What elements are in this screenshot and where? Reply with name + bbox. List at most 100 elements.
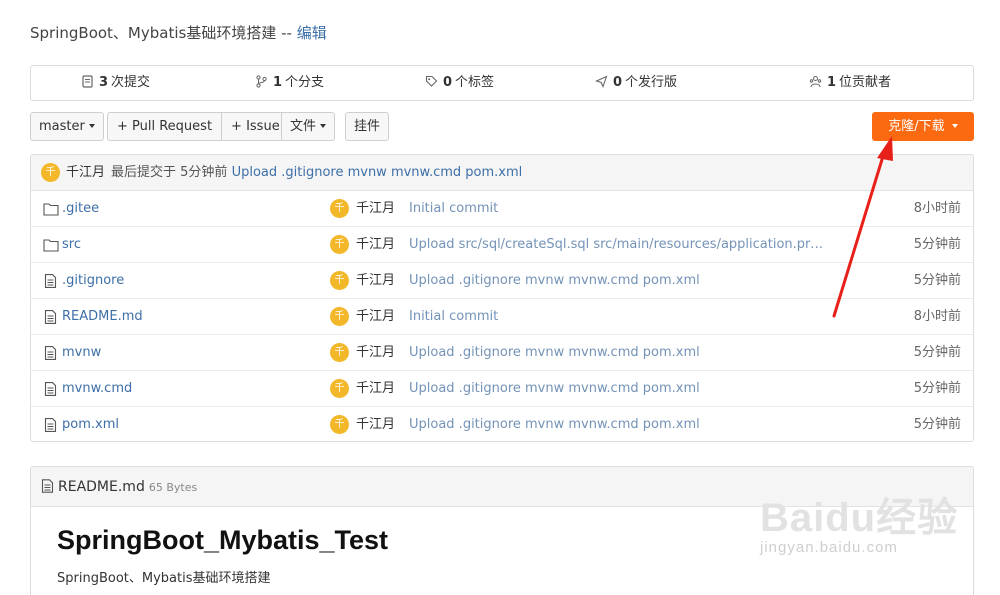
branch-select-button[interactable]: master: [30, 112, 104, 141]
file-icon: [44, 310, 57, 324]
file-icon: [41, 479, 54, 493]
stat-tags-count: 0: [443, 75, 453, 90]
commit-time: 8小时前: [913, 201, 961, 216]
file-row: mvnw.cmd 千千江月 Upload .gitignore mvnw mvnw.…: [31, 371, 973, 407]
file-row: README.md 千千江月 Initial commit 8小时前: [31, 299, 973, 335]
stat-commits-label: 次提交: [111, 75, 151, 90]
commit-icon: [82, 75, 93, 88]
pr-issue-button-group: + Pull Request + Issue: [107, 112, 290, 141]
commit-message-link[interactable]: Initial commit: [409, 191, 498, 227]
readme-filename[interactable]: README.md: [58, 479, 145, 495]
commit-time: 5分钟前: [913, 237, 961, 252]
commit-author[interactable]: 千江月: [356, 407, 395, 441]
file-icon: [44, 418, 57, 432]
file-name-link[interactable]: README.md: [62, 299, 143, 335]
commit-time: 5分钟前: [913, 345, 961, 360]
stat-branches[interactable]: 1 个分支: [255, 66, 324, 100]
release-icon: [595, 75, 608, 88]
file-icon: [44, 382, 57, 396]
contributors-icon: [809, 76, 822, 88]
widget-label: 挂件: [354, 119, 381, 134]
avatar[interactable]: 千: [330, 379, 349, 398]
repo-description: SpringBoot、Mybatis基础环境搭建 -- 编辑: [30, 22, 327, 43]
commit-message-link[interactable]: Upload .gitignore mvnw mvnw.cmd pom.xml: [409, 407, 700, 441]
commit-time: 5分钟前: [913, 273, 961, 288]
clone-download-label: 克隆/下载: [888, 119, 945, 134]
commit-author[interactable]: 千江月: [356, 371, 395, 407]
file-row: pom.xml 千千江月 Upload .gitignore mvnw mvnw.c…: [31, 407, 973, 441]
readme-title: SpringBoot_Mybatis_Test: [57, 525, 389, 555]
avatar[interactable]: 千: [330, 271, 349, 290]
watermark-logo: Baidu经验: [760, 496, 959, 540]
file-row: src 千千江月 Upload src/sql/createSql.sql src/…: [31, 227, 973, 263]
commit-message-link[interactable]: Upload .gitignore mvnw mvnw.cmd pom.xml: [409, 335, 700, 371]
chevron-down-icon: [88, 124, 95, 128]
folder-icon: [43, 239, 59, 252]
commit-author[interactable]: 千江月: [356, 335, 395, 371]
stat-releases[interactable]: 0 个发行版: [595, 66, 677, 100]
stat-contributors-count: 1: [827, 75, 837, 90]
branch-icon: [256, 75, 267, 88]
commit-message-link[interactable]: Initial commit: [409, 299, 498, 335]
stat-branches-count: 1: [273, 75, 283, 90]
stat-commits[interactable]: 3 次提交: [81, 66, 150, 100]
commit-author[interactable]: 千江月: [356, 227, 395, 263]
repo-description-text: SpringBoot、Mybatis基础环境搭建 --: [30, 24, 292, 42]
last-commit-author[interactable]: 千江月: [66, 165, 105, 180]
file-icon: [44, 274, 57, 288]
new-issue-button[interactable]: + Issue: [221, 113, 289, 140]
commit-message-link[interactable]: Upload .gitignore mvnw mvnw.cmd pom.xml: [409, 263, 700, 299]
file-row: mvnw 千千江月 Upload .gitignore mvnw mvnw.cmd …: [31, 335, 973, 371]
edit-description-link[interactable]: 编辑: [297, 24, 327, 42]
file-menu-button[interactable]: 文件: [281, 112, 336, 141]
avatar[interactable]: 千: [330, 343, 349, 362]
avatar[interactable]: 千: [330, 235, 349, 254]
new-pull-request-button[interactable]: + Pull Request: [108, 113, 221, 140]
commit-author[interactable]: 千江月: [356, 299, 395, 335]
stat-tags[interactable]: 0 个标签: [425, 66, 494, 100]
stat-releases-label: 个发行版: [625, 75, 678, 90]
stat-releases-count: 0: [613, 75, 623, 90]
stat-contributors[interactable]: 1 位贡献者: [809, 66, 891, 100]
folder-icon: [43, 203, 59, 216]
tag-icon: [425, 75, 438, 87]
repo-stats-bar: 3 次提交 1 个分支 0 个标签 0 个发行版 1 位贡献者: [30, 65, 974, 101]
file-name-link[interactable]: mvnw: [62, 335, 101, 371]
commit-time: 8小时前: [913, 309, 961, 324]
commit-time: 5分钟前: [913, 381, 961, 396]
readme-size: 65 Bytes: [148, 481, 198, 494]
commit-message-link[interactable]: Upload .gitignore mvnw mvnw.cmd pom.xml: [409, 371, 700, 407]
file-menu-label: 文件: [290, 119, 317, 134]
commit-time: 5分钟前: [913, 417, 961, 432]
commit-author[interactable]: 千江月: [356, 263, 395, 299]
last-commit-bar: 千千江月 最后提交于 5分钟前 Upload .gitignore mvnw mv…: [31, 155, 973, 191]
widget-button[interactable]: 挂件: [345, 112, 390, 141]
last-commit-time: 最后提交于 5分钟前: [111, 165, 228, 180]
stat-contributors-label: 位贡献者: [839, 75, 892, 90]
clone-download-button[interactable]: 克隆/下载: [872, 112, 974, 141]
avatar[interactable]: 千: [330, 415, 349, 434]
stat-tags-label: 个标签: [455, 75, 495, 90]
stat-commits-count: 3: [99, 75, 109, 90]
commit-message-link[interactable]: Upload src/sql/createSql.sql src/main/re…: [409, 227, 829, 263]
avatar[interactable]: 千: [41, 163, 60, 182]
chevron-down-icon: [951, 124, 958, 128]
file-name-link[interactable]: .gitignore: [62, 263, 124, 299]
last-commit-message[interactable]: Upload .gitignore mvnw mvnw.cmd pom.xml: [232, 165, 523, 180]
stat-branches-label: 个分支: [285, 75, 325, 90]
readme-description: SpringBoot、Mybatis基础环境搭建: [57, 571, 271, 586]
file-name-link[interactable]: src: [62, 227, 81, 263]
file-list: 千千江月 最后提交于 5分钟前 Upload .gitignore mvnw mv…: [30, 154, 974, 442]
branch-select-label: master: [39, 119, 85, 134]
file-name-link[interactable]: pom.xml: [62, 407, 119, 441]
avatar[interactable]: 千: [330, 199, 349, 218]
avatar[interactable]: 千: [330, 307, 349, 326]
file-name-link[interactable]: .gitee: [62, 191, 99, 227]
commit-author[interactable]: 千江月: [356, 191, 395, 227]
file-name-link[interactable]: mvnw.cmd: [62, 371, 132, 407]
baidu-watermark: Baidu经验 jingyan.baidu.com: [760, 485, 958, 556]
chevron-down-icon: [320, 124, 327, 128]
file-row: .gitee 千千江月 Initial commit 8小时前: [31, 191, 973, 227]
file-icon: [44, 346, 57, 360]
file-row: .gitignore 千千江月 Upload .gitignore mvnw mvn…: [31, 263, 973, 299]
